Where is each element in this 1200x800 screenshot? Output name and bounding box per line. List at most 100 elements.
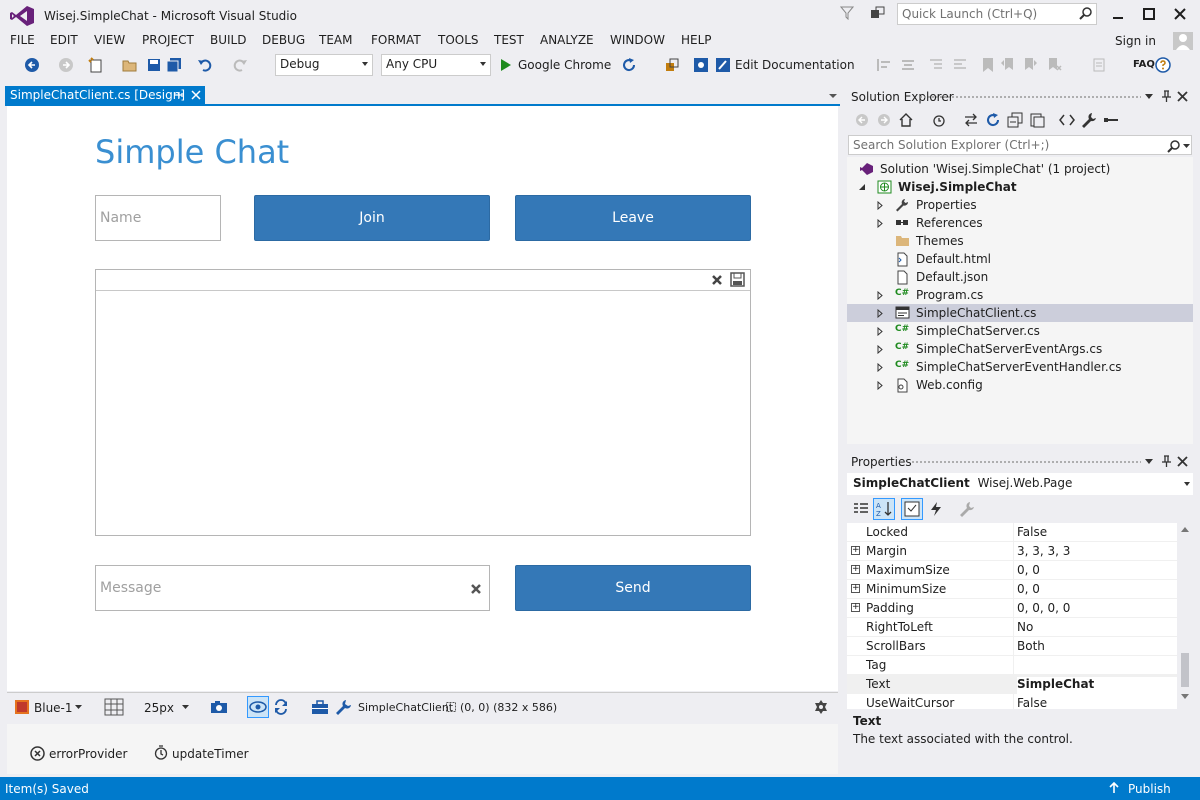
join-button[interactable]: Join [254,195,490,241]
forward-icon[interactable] [58,57,74,73]
property-value[interactable]: 0, 0 [1017,582,1040,596]
back-icon[interactable] [855,113,869,127]
tree-item-simplechatclient-cs[interactable]: SimpleChatClient.cs [847,304,1193,322]
alphabetical-toggle[interactable]: AZ [873,498,895,520]
expand-icon[interactable]: + [851,565,860,574]
property-value[interactable]: 0, 0, 0, 0 [1017,601,1070,615]
property-value[interactable]: 0, 0 [1017,563,1040,577]
events-icon[interactable] [929,501,943,517]
collapsed-icon[interactable] [877,327,883,336]
collapsed-icon[interactable] [877,219,883,228]
collapsed-icon[interactable] [877,363,883,372]
close-icon[interactable] [1177,456,1188,467]
tree-item-themes[interactable]: Themes [847,232,1193,250]
redo-icon[interactable] [232,57,248,73]
play-icon[interactable] [500,58,512,72]
property-pages-icon[interactable] [959,501,975,517]
send-button[interactable]: Send [515,565,751,611]
browser-link-icon[interactable] [664,57,680,73]
reload-icon[interactable] [273,699,289,715]
refresh-icon[interactable] [621,57,637,73]
undo-icon[interactable] [197,57,213,73]
avatar[interactable] [1173,32,1193,50]
menu-help[interactable]: HELP [681,33,712,47]
menu-test[interactable]: TEST [494,33,524,47]
property-row-margin[interactable]: + Margin 3, 3, 3, 3 [847,542,1177,561]
bookmark-prev-icon[interactable] [1000,57,1016,73]
quick-launch-input[interactable]: Quick Launch (Ctrl+Q) [897,3,1097,25]
tree-item-references[interactable]: References [847,214,1193,232]
platform-select[interactable]: Any CPU [381,54,491,76]
categorized-icon[interactable] [853,501,869,517]
menu-project[interactable]: PROJECT [142,33,194,47]
solution-search-input[interactable]: Search Solution Explorer (Ctrl+;) [848,135,1192,155]
theme-dropdown-icon[interactable] [75,705,82,709]
new-project-icon[interactable] [88,57,104,73]
home-icon[interactable] [898,112,914,128]
menu-edit[interactable]: EDIT [50,33,78,47]
property-value[interactable]: No [1017,620,1033,634]
run-target-label[interactable]: Google Chrome [518,58,611,72]
back-icon[interactable] [24,57,40,73]
collapsed-icon[interactable] [877,345,883,354]
save-icon[interactable] [146,57,162,73]
theme-select[interactable]: Blue-1 [34,701,73,715]
close-tab-icon[interactable] [190,89,202,101]
property-row-righttoleft[interactable]: RightToLeft No [847,618,1177,637]
component-error-provider[interactable]: errorProvider [49,747,127,761]
collapsed-icon[interactable] [877,309,883,318]
expand-icon[interactable]: + [851,584,860,593]
expanded-icon[interactable] [858,183,866,191]
property-row-maximumsize[interactable]: + MaximumSize 0, 0 [847,561,1177,580]
edit-documentation-icon[interactable] [715,57,731,73]
collapse-all-icon[interactable] [1007,112,1023,128]
indent-icon[interactable] [952,57,968,73]
wrench-icon[interactable] [334,698,352,716]
preview-icon[interactable] [1103,112,1119,128]
chat-log[interactable] [95,269,751,536]
property-row-usewaitcursor[interactable]: UseWaitCursor False [847,694,1177,709]
publish-button[interactable]: Publish [1128,782,1171,796]
tree-item-properties[interactable]: Properties [847,196,1193,214]
pin-icon[interactable] [1160,90,1172,103]
sync-icon[interactable] [963,112,979,128]
expand-icon[interactable]: + [851,603,860,612]
refresh-icon[interactable] [985,112,1001,128]
property-row-locked[interactable]: Locked False [847,523,1177,542]
name-input[interactable]: Name [95,195,221,241]
collapsed-icon[interactable] [877,201,883,210]
forward-icon[interactable] [877,113,891,127]
save-log-icon[interactable] [730,272,745,287]
pin-icon[interactable] [1160,455,1172,468]
menu-tools[interactable]: TOOLS [438,33,479,47]
properties-icon[interactable] [1081,112,1097,128]
menu-build[interactable]: BUILD [210,33,246,47]
properties-view-toggle[interactable] [901,498,923,520]
sign-in-link[interactable]: Sign in [1115,34,1156,48]
maximize-button[interactable] [1134,4,1164,24]
tab-overflow-icon[interactable] [828,93,838,99]
camera-icon[interactable] [210,700,228,714]
menu-team[interactable]: TEAM [319,33,352,47]
tree-item-program-cs[interactable]: C# Program.cs [847,286,1193,304]
property-value[interactable]: False [1017,525,1047,539]
comment-icon[interactable] [1092,57,1108,73]
tree-item-simplechatservereventhandler-cs[interactable]: C# SimpleChatServerEventHandler.cs [847,358,1193,376]
tree-item-web-config[interactable]: Web.config [847,376,1193,394]
tree-item-simplechatservereventargs-cs[interactable]: C# SimpleChatServerEventArgs.cs [847,340,1193,358]
property-row-scrollbars[interactable]: ScrollBars Both [847,637,1177,656]
outdent-icon[interactable] [928,57,944,73]
property-row-padding[interactable]: + Padding 0, 0, 0, 0 [847,599,1177,618]
search-options-icon[interactable] [1183,144,1190,148]
feedback-icon[interactable] [870,6,886,20]
grid-size-dropdown-icon[interactable] [182,705,189,709]
property-value[interactable]: Both [1017,639,1045,653]
tree-item-solution[interactable]: Solution 'Wisej.SimpleChat' (1 project) [847,160,1193,178]
format-center-icon[interactable] [900,57,916,73]
close-icon[interactable] [1177,91,1188,102]
tree-item-simplechatserver-cs[interactable]: C# SimpleChatServer.cs [847,322,1193,340]
dropdown-icon[interactable] [1145,94,1153,99]
property-value[interactable]: SimpleChat [1017,677,1177,695]
menu-format[interactable]: FORMAT [371,33,421,47]
dropdown-icon[interactable] [1145,459,1153,464]
